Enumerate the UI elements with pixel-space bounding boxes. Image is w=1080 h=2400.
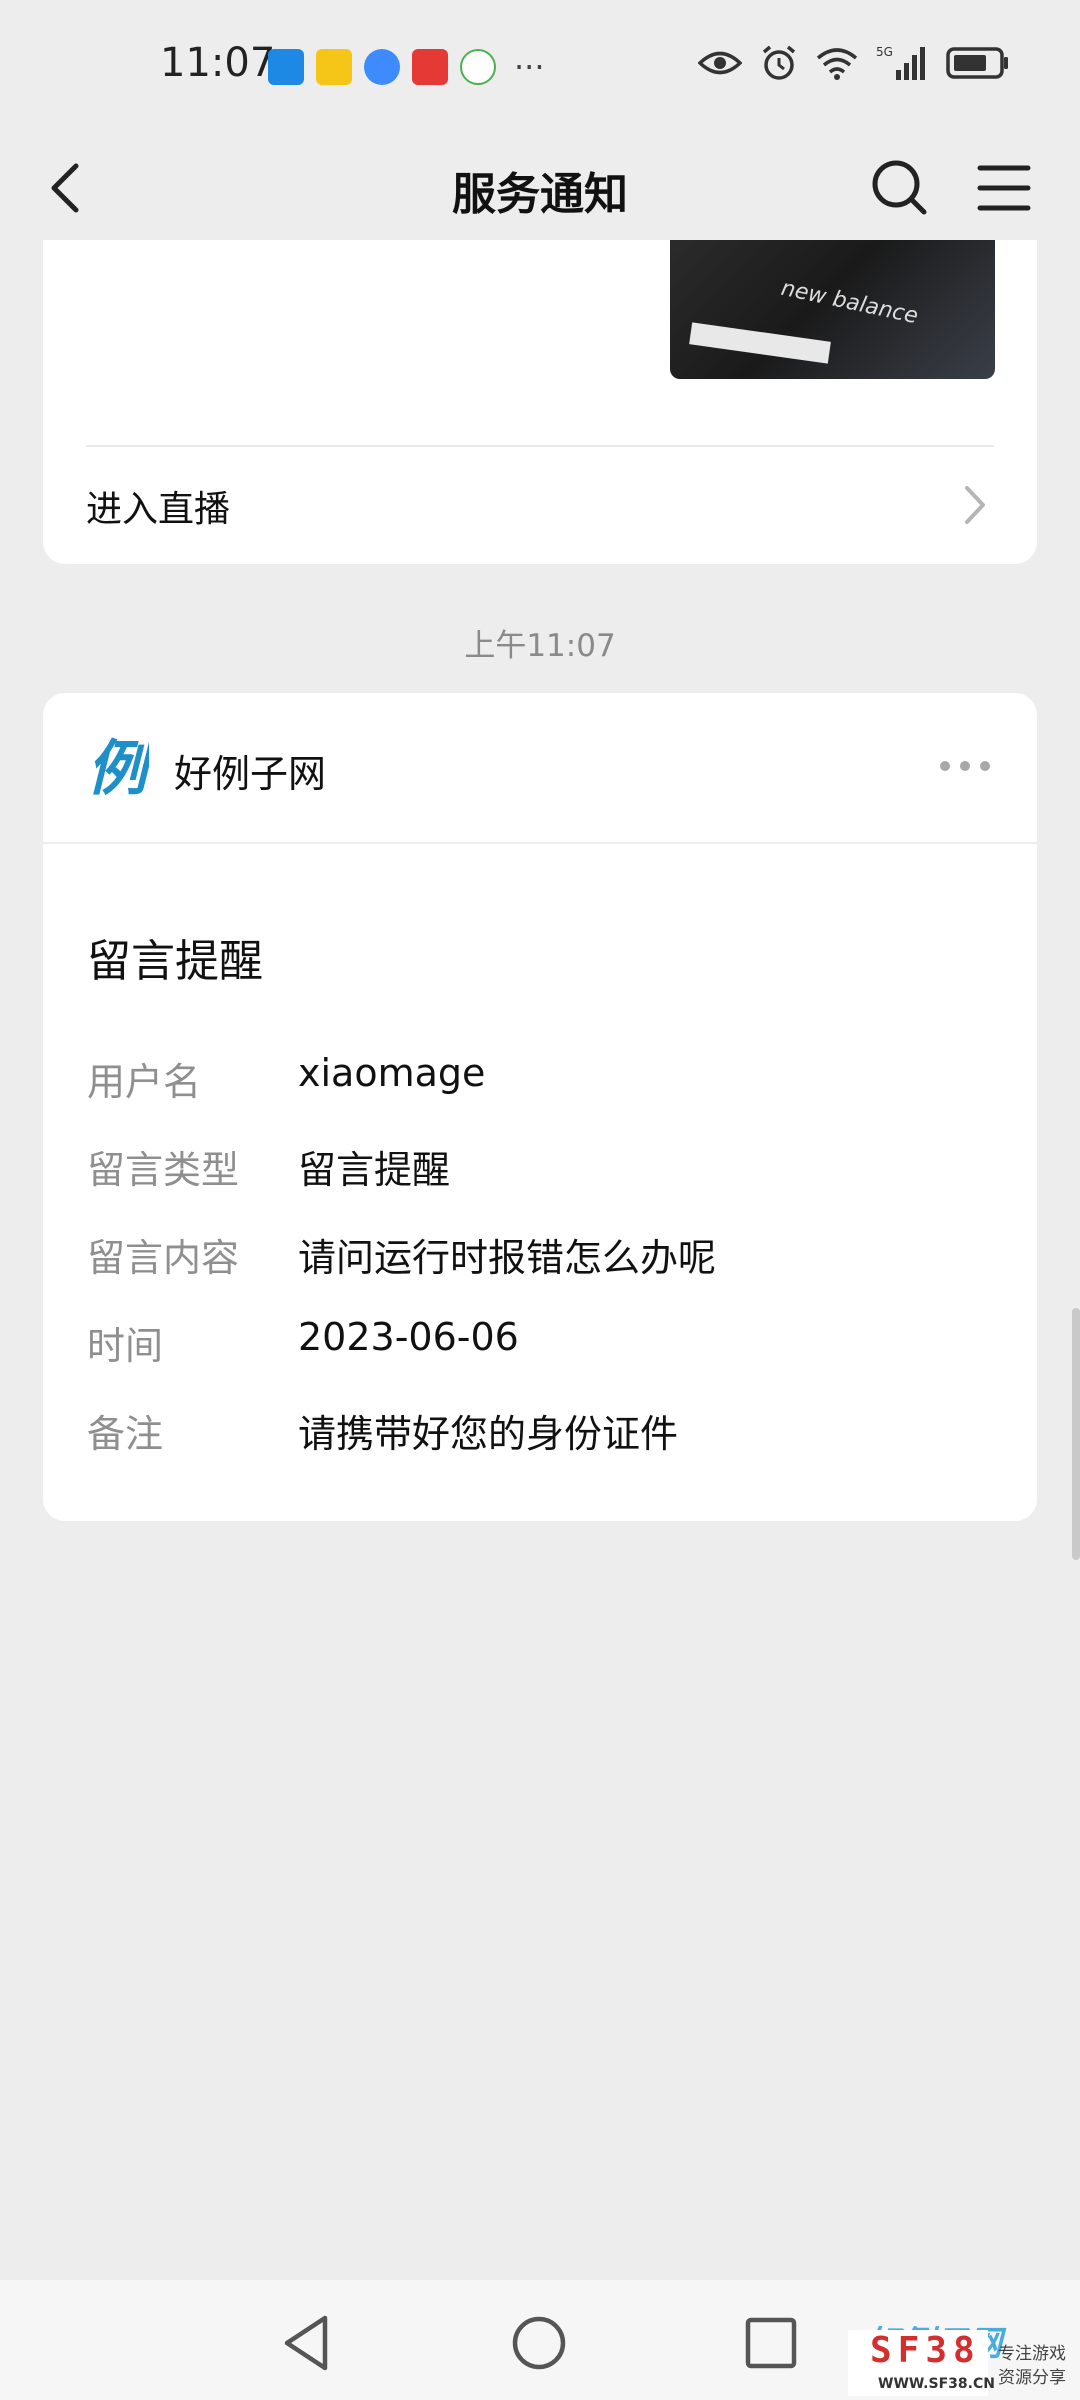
browser-icon bbox=[364, 49, 400, 85]
watermark-side-line: 资源分享 bbox=[998, 2368, 1066, 2388]
field-row-remark: 备注 请携带好您的身份证件 bbox=[87, 1403, 993, 1463]
brand-name[interactable]: 好例子网 bbox=[174, 743, 326, 798]
watermark-side-text: 专注游戏 资源分享 bbox=[998, 2342, 1080, 2390]
alarm-icon bbox=[762, 45, 796, 80]
wallet-icon bbox=[412, 49, 448, 85]
arrow-app-icon bbox=[268, 49, 304, 85]
message-title: 留言提醒 bbox=[87, 936, 263, 987]
field-label: 备注 bbox=[87, 1412, 164, 1456]
scroll-indicator[interactable] bbox=[1072, 1308, 1080, 1560]
field-row-username: 用户名 xiaomage bbox=[87, 1051, 993, 1111]
mail-icon bbox=[316, 49, 352, 85]
chat-icon bbox=[460, 49, 496, 85]
watermark: 好例子网 SF38 WWW.SF38.CN 专注游戏 资源分享 bbox=[848, 2316, 1080, 2400]
more-notifications: ··· bbox=[514, 48, 545, 86]
battery-icon bbox=[946, 47, 1008, 79]
live-thumbnail[interactable]: new balance bbox=[670, 240, 995, 379]
field-value: 2023-06-06 bbox=[298, 1315, 519, 1359]
live-card: new balance 进入直播 bbox=[43, 240, 1037, 564]
back-arrow-icon[interactable] bbox=[30, 148, 110, 228]
chevron-right-icon[interactable] bbox=[955, 480, 995, 530]
watermark-side-line: 专注游戏 bbox=[998, 2344, 1066, 2364]
status-time: 11:07 bbox=[160, 40, 276, 86]
field-value: 留言提醒 bbox=[298, 1148, 451, 1192]
search-icon[interactable] bbox=[860, 148, 940, 228]
field-value: xiaomage bbox=[298, 1051, 486, 1095]
eye-icon bbox=[698, 51, 742, 75]
system-recents-icon[interactable] bbox=[738, 2310, 804, 2376]
field-row-time: 时间 2023-06-06 bbox=[87, 1315, 993, 1375]
field-label: 留言类型 bbox=[87, 1148, 240, 1192]
system-back-icon[interactable] bbox=[275, 2310, 341, 2376]
field-row-message-type: 留言类型 留言提醒 bbox=[87, 1139, 993, 1199]
divider bbox=[86, 445, 994, 447]
field-row-message-content: 留言内容 请问运行时报错怎么办呢 bbox=[87, 1227, 993, 1287]
thumbnail-paper bbox=[689, 322, 831, 364]
signal-5g-icon: 5G bbox=[876, 45, 925, 80]
message-timestamp: 上午11:07 bbox=[464, 628, 616, 664]
network-label: 5G bbox=[876, 45, 893, 59]
watermark-url: WWW.SF38.CN bbox=[878, 2376, 995, 2392]
brand-logo-icon: 例 bbox=[87, 734, 149, 801]
more-options-icon[interactable] bbox=[937, 751, 993, 781]
field-value: 请携带好您的身份证件 bbox=[298, 1412, 679, 1456]
enter-live-link[interactable]: 进入直播 bbox=[86, 480, 230, 532]
system-home-icon[interactable] bbox=[506, 2310, 572, 2376]
notification-icons: ··· bbox=[268, 48, 545, 86]
divider bbox=[43, 842, 1037, 844]
status-bar: 11:07 ··· 5G bbox=[0, 0, 1080, 136]
thumbnail-text: new balance bbox=[778, 275, 921, 330]
svg-text:例: 例 bbox=[87, 734, 149, 801]
field-label: 留言内容 bbox=[87, 1236, 240, 1280]
message-card[interactable]: 例 好例子网 留言提醒 用户名 xiaomage 留言类型 留言提醒 留言内容 … bbox=[43, 693, 1037, 1521]
menu-icon[interactable] bbox=[964, 148, 1044, 228]
field-value: 请问运行时报错怎么办呢 bbox=[298, 1236, 717, 1280]
system-icons: 5G bbox=[698, 44, 1010, 82]
nav-bar: 服务通知 bbox=[0, 136, 1080, 240]
field-label: 用户名 bbox=[87, 1060, 202, 1104]
wifi-icon bbox=[816, 48, 858, 80]
field-label: 时间 bbox=[87, 1324, 164, 1368]
watermark-brand: SF38 bbox=[870, 2330, 981, 2371]
